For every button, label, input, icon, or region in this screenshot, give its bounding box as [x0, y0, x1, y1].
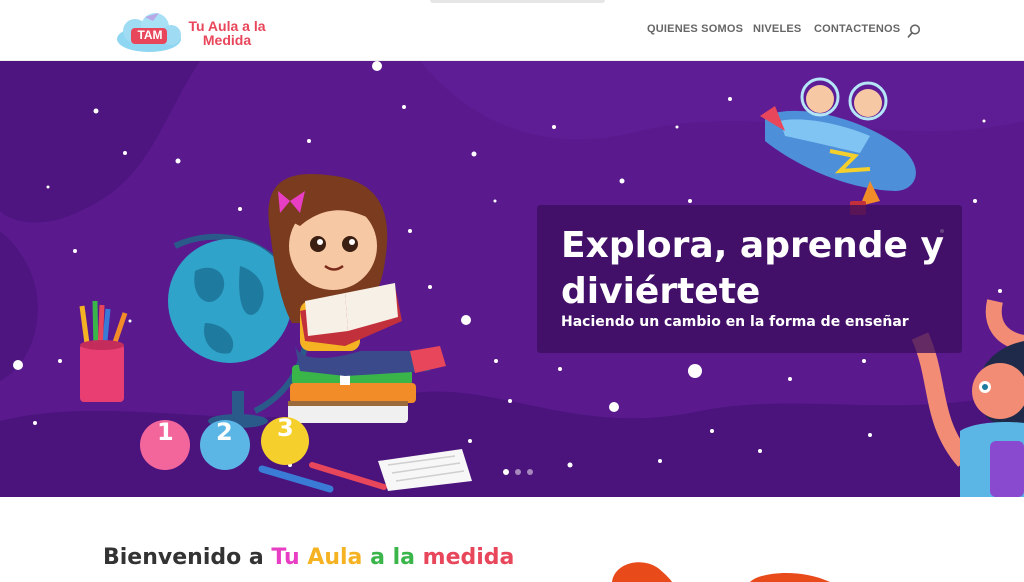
nav-niveles[interactable]: NIVELES — [753, 23, 801, 35]
welcome-word-aula: Aula — [307, 545, 363, 570]
number-ball-3: 3 — [277, 414, 294, 442]
header-top-strip — [430, 0, 605, 3]
slider-dot-1[interactable] — [503, 469, 509, 475]
search-icon[interactable] — [907, 24, 921, 38]
slider-pagination — [503, 460, 539, 479]
number-ball-2: 2 — [216, 418, 233, 446]
hero-banner: Explora, aprende y diviértete Haciendo u… — [0, 61, 1024, 497]
nav-contactenos[interactable]: CONTACTENOS — [814, 23, 900, 35]
logo-wordmark: Tu Aula a la Medida — [177, 19, 277, 47]
logo-badge-text: TAM — [137, 28, 163, 42]
number-ball-1: 1 — [157, 418, 174, 446]
hero-headline: Explora, aprende y diviértete — [561, 223, 956, 315]
welcome-word-medida: medida — [422, 545, 515, 570]
logo-name-line2: Medida — [202, 32, 252, 48]
welcome-heading: Bienvenido a Tu Aula a la medida — [103, 545, 514, 570]
welcome-word-tu: Tu — [271, 545, 300, 570]
welcome-word-la: la — [392, 545, 415, 570]
welcome-prefix: Bienvenido a — [103, 545, 272, 570]
welcome-illustration — [612, 562, 830, 582]
hero-subheadline: Haciendo un cambio en la forma de enseña… — [561, 314, 909, 330]
hero-headline-line1: Explora, aprende y — [561, 225, 944, 266]
slider-dot-2[interactable] — [515, 469, 521, 475]
slider-dot-3[interactable] — [527, 469, 533, 475]
welcome-word-a: a — [370, 545, 385, 570]
hero-headline-line2: diviértete — [561, 271, 761, 312]
logo-name-line1: Tu Aula a la — [188, 18, 266, 34]
nav-quienes-somos[interactable]: QUIENES SOMOS — [647, 23, 743, 35]
site-header: TAM Tu Aula a la Medida QUIENES SOMOS NI… — [0, 0, 1024, 61]
site-logo[interactable]: TAM Tu Aula a la Medida — [115, 5, 285, 55]
